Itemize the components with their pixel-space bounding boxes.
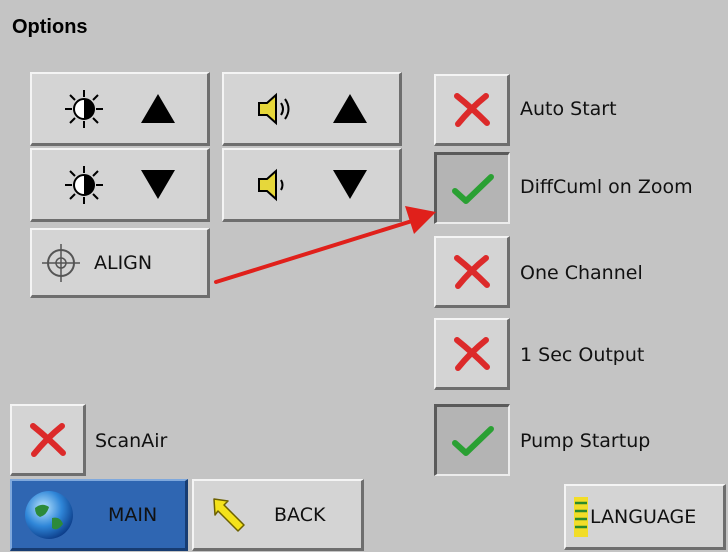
1-sec-output-label: 1 Sec Output — [520, 344, 645, 366]
volume-up-button[interactable] — [222, 72, 402, 146]
checkmark-icon — [451, 425, 494, 456]
brightness-icon — [65, 165, 104, 204]
brightness-down-button[interactable] — [30, 148, 210, 222]
language-icon — [574, 496, 588, 537]
back-button[interactable]: BACK — [192, 479, 364, 551]
arrow-down-icon — [332, 170, 367, 199]
cross-icon — [453, 254, 490, 289]
scanair-label: ScanAir — [95, 430, 168, 452]
diffcuml-on-zoom-label: DiffCuml on Zoom — [520, 176, 693, 198]
cross-icon — [29, 422, 66, 457]
main-button[interactable]: MAIN — [10, 479, 188, 551]
language-label: LANGUAGE — [590, 505, 697, 528]
checkmark-icon — [451, 173, 494, 204]
auto-start-toggle[interactable] — [434, 74, 510, 146]
back-arrow-icon — [213, 497, 245, 532]
arrow-up-icon — [332, 94, 367, 123]
globe-icon — [25, 490, 73, 539]
arrow-up-icon — [140, 94, 175, 123]
one-channel-toggle[interactable] — [434, 236, 510, 308]
pump-startup-toggle[interactable] — [434, 404, 510, 476]
cross-icon — [453, 336, 490, 371]
align-button[interactable]: ALIGN — [30, 228, 210, 298]
1-sec-output-toggle[interactable] — [434, 318, 510, 390]
crosshair-icon — [42, 243, 80, 282]
speaker-loud-icon — [258, 92, 290, 125]
main-label: MAIN — [108, 503, 158, 526]
brightness-icon — [65, 89, 104, 128]
pump-startup-label: Pump Startup — [520, 430, 651, 452]
scanair-toggle[interactable] — [10, 404, 86, 476]
language-button[interactable]: LANGUAGE — [564, 484, 726, 550]
volume-down-button[interactable] — [222, 148, 402, 222]
one-channel-label: One Channel — [520, 262, 643, 284]
speaker-icon — [258, 168, 284, 201]
arrow-down-icon — [140, 170, 175, 199]
page-title: Options — [12, 16, 88, 38]
auto-start-label: Auto Start — [520, 98, 617, 120]
cross-icon — [453, 92, 490, 127]
diffcuml-on-zoom-toggle[interactable] — [434, 152, 510, 224]
brightness-up-button[interactable] — [30, 72, 210, 146]
back-label: BACK — [274, 503, 326, 526]
align-label: ALIGN — [94, 251, 153, 274]
